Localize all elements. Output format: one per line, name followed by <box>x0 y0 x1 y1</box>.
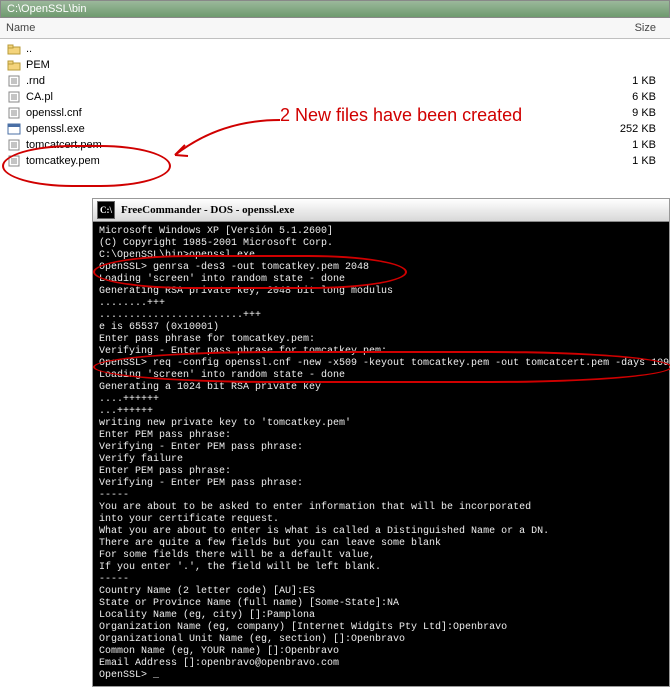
column-header-row: Name Size <box>0 18 670 39</box>
console-title: FreeCommander - DOS - openssl.exe <box>121 204 294 216</box>
console-line: There are quite a few fields but you can… <box>99 538 663 550</box>
file-row[interactable]: tomcatkey.pem1 KB <box>6 153 664 169</box>
file-row[interactable]: openssl.exe252 KB <box>6 121 664 137</box>
console-line: Enter pass phrase for tomcatkey.pem: <box>99 334 663 346</box>
console-line: OpenSSL> req -config openssl.cnf -new -x… <box>99 358 663 370</box>
file-name: openssl.cnf <box>26 107 596 119</box>
path-bar: C:\OpenSSL\bin <box>0 0 670 18</box>
file-row[interactable]: .. <box>6 41 664 57</box>
console-line: Common Name (eg, YOUR name) []:Openbravo <box>99 646 663 658</box>
console-line: OpenSSL> genrsa -des3 -out tomcatkey.pem… <box>99 262 663 274</box>
file-row[interactable]: PEM <box>6 57 664 73</box>
folder-icon <box>6 42 22 56</box>
console-line: Enter PEM pass phrase: <box>99 430 663 442</box>
console-line: e is 65537 (0x10001) <box>99 322 663 334</box>
console-line: ...++++++ <box>99 406 663 418</box>
column-size[interactable]: Size <box>596 22 664 34</box>
file-name: .rnd <box>26 75 596 87</box>
console-window: C:\ FreeCommander - DOS - openssl.exe Mi… <box>92 198 670 687</box>
console-line: Microsoft Windows XP [Versión 5.1.2600] <box>99 226 663 238</box>
console-line: C:\OpenSSL\bin>openssl.exe <box>99 250 663 262</box>
file-row[interactable]: .rnd1 KB <box>6 73 664 89</box>
file-name: tomcatcert.pem <box>26 139 596 151</box>
file-size: 252 KB <box>596 123 664 135</box>
file-icon <box>6 106 22 120</box>
console-line: ....++++++ <box>99 394 663 406</box>
app-icon <box>6 122 22 136</box>
console-line: Email Address []:openbravo@openbravo.com <box>99 658 663 670</box>
file-row[interactable]: openssl.cnf9 KB <box>6 105 664 121</box>
folder-icon <box>6 58 22 72</box>
console-line: You are about to be asked to enter infor… <box>99 502 663 514</box>
console-line: State or Province Name (full name) [Some… <box>99 598 663 610</box>
file-name: PEM <box>26 59 596 71</box>
console-line: Loading 'screen' into random state - don… <box>99 370 663 382</box>
console-line: ----- <box>99 490 663 502</box>
console-line: For some fields there will be a default … <box>99 550 663 562</box>
console-line: ----- <box>99 574 663 586</box>
console-line: Verifying - Enter PEM pass phrase: <box>99 478 663 490</box>
file-size: 6 KB <box>596 91 664 103</box>
file-icon <box>6 138 22 152</box>
console-line: ........................+++ <box>99 310 663 322</box>
console-line: Locality Name (eg, city) []:Pamplona <box>99 610 663 622</box>
console-line: ........+++ <box>99 298 663 310</box>
console-line: Verifying - Enter PEM pass phrase: <box>99 442 663 454</box>
console-line: Generating RSA private key, 2048 bit lon… <box>99 286 663 298</box>
file-name: .. <box>26 43 596 55</box>
file-name: tomcatkey.pem <box>26 155 596 167</box>
console-line: into your certificate request. <box>99 514 663 526</box>
file-name: CA.pl <box>26 91 596 103</box>
console-line: Generating a 1024 bit RSA private key <box>99 382 663 394</box>
column-name[interactable]: Name <box>6 22 596 34</box>
file-icon <box>6 154 22 168</box>
console-line: What you are about to enter is what is c… <box>99 526 663 538</box>
cmd-icon: C:\ <box>97 201 115 219</box>
console-line: Enter PEM pass phrase: <box>99 466 663 478</box>
console-line: (C) Copyright 1985-2001 Microsoft Corp. <box>99 238 663 250</box>
file-size: 1 KB <box>596 139 664 151</box>
console-line: Verifying - Enter pass phrase for tomcat… <box>99 346 663 358</box>
console-line: Organization Name (eg, company) [Interne… <box>99 622 663 634</box>
file-row[interactable]: tomcatcert.pem1 KB <box>6 137 664 153</box>
console-titlebar[interactable]: C:\ FreeCommander - DOS - openssl.exe <box>93 199 669 222</box>
console-line: Loading 'screen' into random state - don… <box>99 274 663 286</box>
file-icon <box>6 74 22 88</box>
console-line: Verify failure <box>99 454 663 466</box>
file-icon <box>6 90 22 104</box>
file-row[interactable]: CA.pl6 KB <box>6 89 664 105</box>
console-line: writing new private key to 'tomcatkey.pe… <box>99 418 663 430</box>
console-output: Microsoft Windows XP [Versión 5.1.2600](… <box>93 222 669 686</box>
file-size: 1 KB <box>596 155 664 167</box>
console-line: Country Name (2 letter code) [AU]:ES <box>99 586 663 598</box>
file-name: openssl.exe <box>26 123 596 135</box>
console-line: OpenSSL> _ <box>99 670 663 682</box>
console-line: Organizational Unit Name (eg, section) [… <box>99 634 663 646</box>
file-size: 1 KB <box>596 75 664 87</box>
console-line: If you enter '.', the field will be left… <box>99 562 663 574</box>
file-size: 9 KB <box>596 107 664 119</box>
file-list: ..PEM.rnd1 KBCA.pl6 KBopenssl.cnf9 KBope… <box>0 39 670 171</box>
